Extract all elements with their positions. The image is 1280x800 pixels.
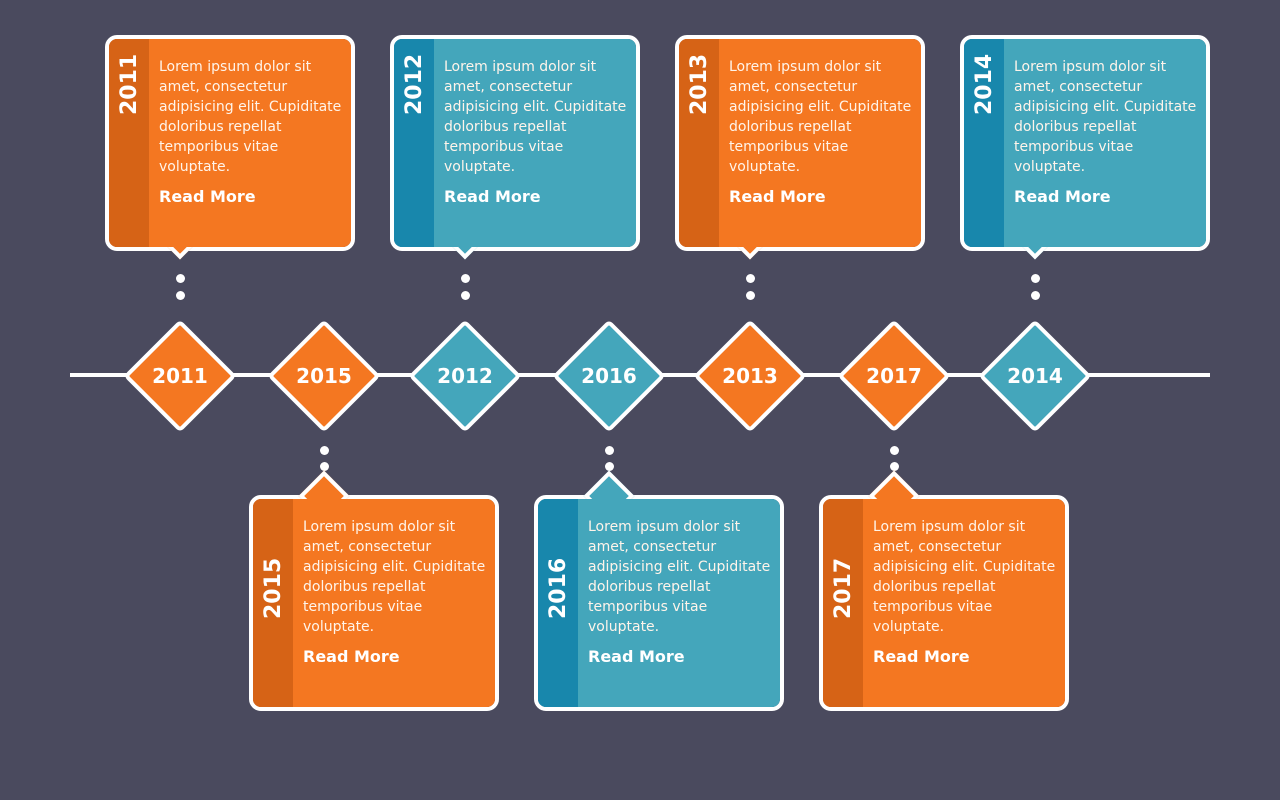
card-year: 2013 <box>687 53 712 115</box>
card-year: 2016 <box>546 557 571 619</box>
timeline-card: 2011 Lorem ipsum dolor sit amet, consecte… <box>105 35 355 260</box>
card-description: Lorem ipsum dolor sit amet, consectetur … <box>588 519 771 635</box>
card-description: Lorem ipsum dolor sit amet, consectetur … <box>1014 59 1197 175</box>
card-year: 2011 <box>117 53 142 115</box>
connector-dot <box>320 446 329 455</box>
milestone-year: 2011 <box>152 364 208 388</box>
timeline-card: 2017 Lorem ipsum dolor sit amet, consecte… <box>819 470 1069 711</box>
connector-dot <box>746 274 755 283</box>
read-more-link[interactable]: Read More <box>873 647 970 666</box>
read-more-link[interactable]: Read More <box>444 187 541 206</box>
connector-dot <box>461 274 470 283</box>
card-year: 2017 <box>831 557 856 619</box>
milestone-year: 2014 <box>1007 364 1063 388</box>
connector-dot <box>176 274 185 283</box>
read-more-link[interactable]: Read More <box>729 187 826 206</box>
connector-dot <box>461 291 470 300</box>
card-year: 2014 <box>972 53 997 115</box>
card-description: Lorem ipsum dolor sit amet, consectetur … <box>159 59 342 175</box>
timeline-card: 2015 Lorem ipsum dolor sit amet, consecte… <box>249 470 499 711</box>
milestone-year: 2016 <box>581 364 637 388</box>
milestone-year: 2015 <box>296 364 352 388</box>
connector-dot <box>1031 291 1040 300</box>
milestone-year: 2017 <box>866 364 922 388</box>
read-more-link[interactable]: Read More <box>159 187 256 206</box>
read-more-link[interactable]: Read More <box>1014 187 1111 206</box>
connector-dot <box>605 446 614 455</box>
milestone-year: 2013 <box>722 364 778 388</box>
card-description: Lorem ipsum dolor sit amet, consectetur … <box>303 519 486 635</box>
connector-dot <box>176 291 185 300</box>
timeline-card: 2012 Lorem ipsum dolor sit amet, consecte… <box>390 35 640 260</box>
connector-dot <box>320 462 329 471</box>
connector-dot <box>605 462 614 471</box>
connector-dot <box>890 446 899 455</box>
connector-dot <box>1031 274 1040 283</box>
timeline-card: 2013 Lorem ipsum dolor sit amet, consecte… <box>675 35 925 260</box>
read-more-link[interactable]: Read More <box>588 647 685 666</box>
card-description: Lorem ipsum dolor sit amet, consectetur … <box>444 59 627 175</box>
read-more-link[interactable]: Read More <box>303 647 400 666</box>
card-year: 2012 <box>402 53 427 115</box>
card-description: Lorem ipsum dolor sit amet, consectetur … <box>873 519 1056 635</box>
timeline-card: 2016 Lorem ipsum dolor sit amet, consecte… <box>534 470 784 711</box>
card-description: Lorem ipsum dolor sit amet, consectetur … <box>729 59 912 175</box>
milestone-year: 2012 <box>437 364 493 388</box>
card-year: 2015 <box>261 557 286 619</box>
timeline-card: 2014 Lorem ipsum dolor sit amet, consecte… <box>960 35 1210 260</box>
connector-dot <box>890 462 899 471</box>
connector-dot <box>746 291 755 300</box>
